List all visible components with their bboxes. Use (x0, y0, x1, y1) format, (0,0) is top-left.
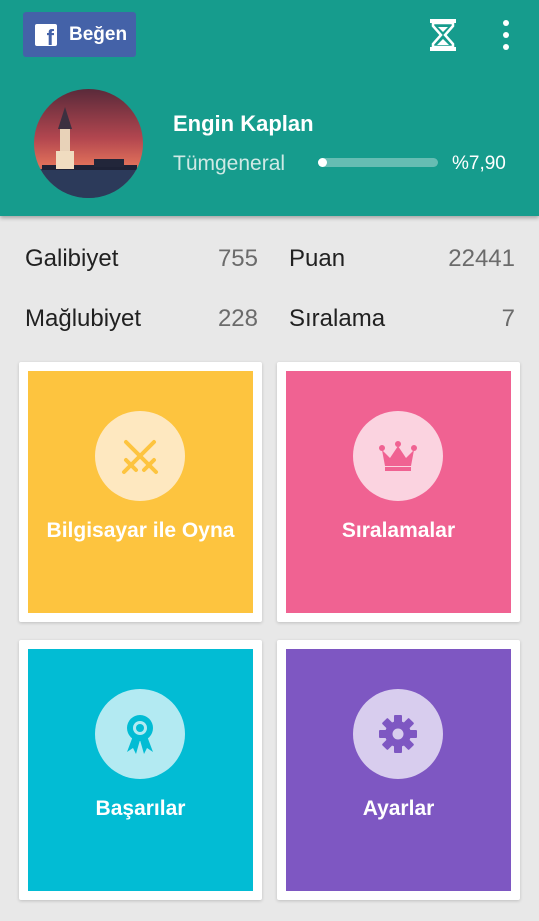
stat-losses: Mağlubiyet 228 (25, 302, 258, 336)
stat-points: Puan 22441 (289, 242, 515, 276)
rank-progress-label: %7,90 (452, 153, 506, 174)
stat-wins-value: 755 (217, 245, 258, 272)
rankings-card[interactable]: Sıralamalar (277, 362, 520, 622)
facebook-like-button[interactable]: f Beğen (23, 12, 136, 57)
award-ribbon-icon (95, 689, 185, 779)
player-name: Engin Kaplan (173, 111, 314, 136)
rankings-tile[interactable]: Sıralamalar (286, 371, 511, 613)
stat-points-value: 22441 (448, 245, 515, 272)
play-computer-card[interactable]: Bilgisayar ile Oyna (19, 362, 262, 622)
stat-wins: Galibiyet 755 (25, 242, 258, 276)
crossed-swords-icon (95, 411, 185, 501)
avatar[interactable] (34, 89, 143, 198)
achievements-tile[interactable]: Başarılar (28, 649, 253, 891)
stat-ranking: Sıralama 7 (289, 302, 515, 336)
rank-progress-fill (318, 158, 328, 167)
achievements-label: Başarılar (95, 797, 186, 820)
stat-ranking-label: Sıralama (289, 305, 386, 332)
header: f Beğen Engin Kaplan Tümgeneral %7,90 (0, 0, 539, 216)
gear-icon (353, 689, 443, 779)
stat-losses-value: 228 (217, 305, 258, 332)
settings-card[interactable]: Ayarlar (277, 640, 520, 900)
overflow-menu-icon[interactable] (494, 20, 518, 50)
stat-ranking-value: 7 (501, 305, 515, 332)
crown-icon (353, 411, 443, 501)
play-computer-label: Bilgisayar ile Oyna (46, 519, 235, 542)
hourglass-icon[interactable] (429, 18, 457, 52)
rank-progress-bar (318, 158, 438, 167)
play-computer-tile[interactable]: Bilgisayar ile Oyna (28, 371, 253, 613)
rankings-label: Sıralamalar (341, 519, 456, 542)
settings-tile[interactable]: Ayarlar (286, 649, 511, 891)
like-button-label: Beğen (69, 23, 128, 45)
settings-label: Ayarlar (362, 797, 435, 820)
achievements-card[interactable]: Başarılar (19, 640, 262, 900)
rank-title: Tümgeneral (173, 152, 286, 175)
stat-wins-label: Galibiyet (25, 245, 119, 272)
stat-losses-label: Mağlubiyet (25, 305, 142, 332)
stat-points-label: Puan (289, 245, 346, 272)
facebook-icon: f (35, 23, 57, 46)
